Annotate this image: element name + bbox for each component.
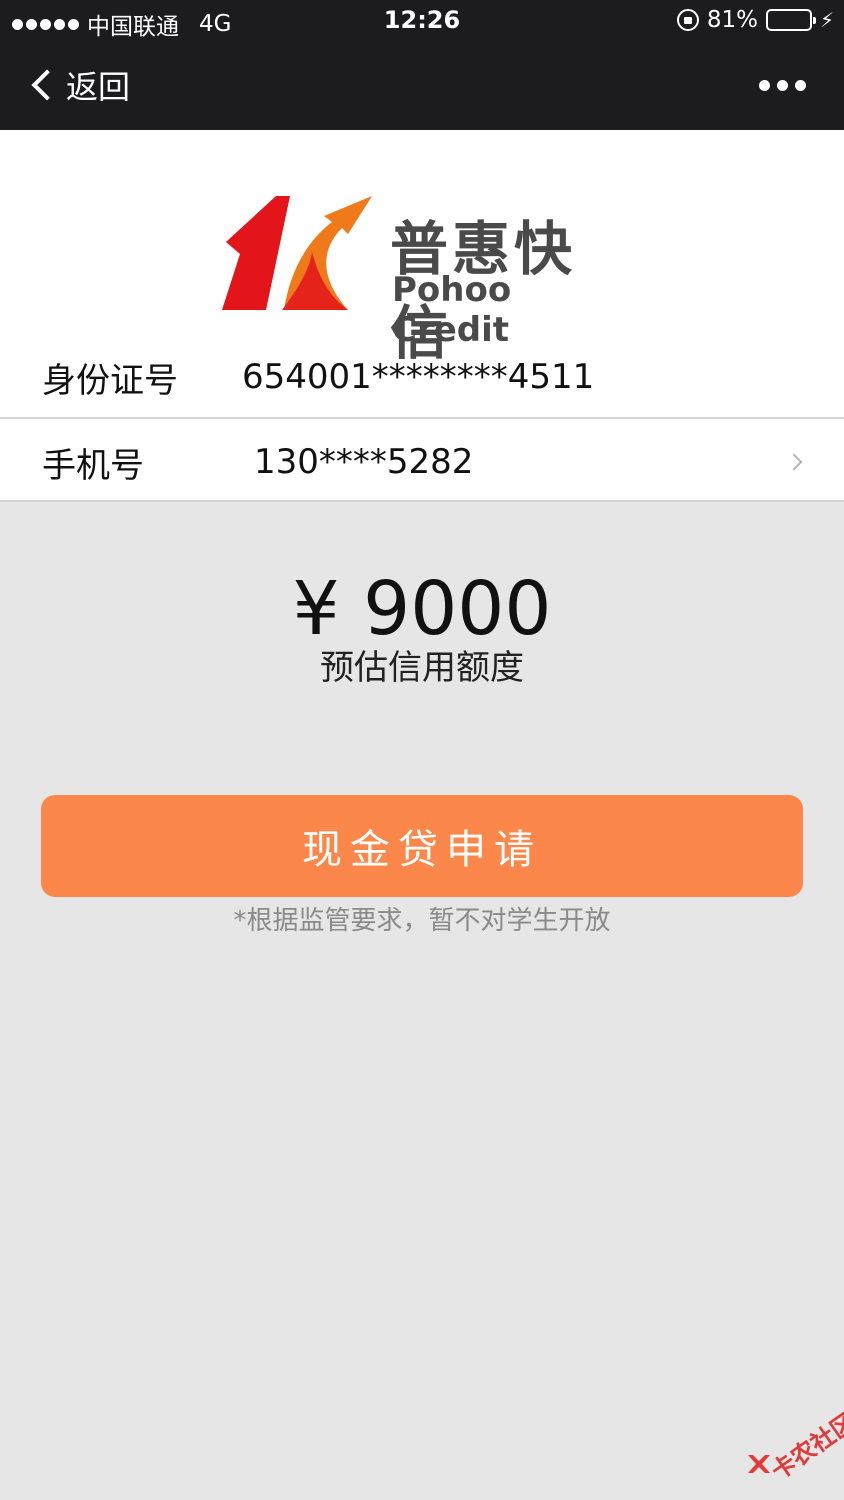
nav-bar: 返回 xyxy=(0,42,844,130)
chevron-right-icon xyxy=(785,453,803,471)
more-button[interactable] xyxy=(759,80,806,91)
id-number-value: 654001********4511 xyxy=(242,357,595,397)
rotation-lock-icon xyxy=(676,9,699,31)
brand-logo: 普惠快信 Pohoo Credit xyxy=(220,182,630,367)
back-label: 返回 xyxy=(66,68,131,106)
battery-icon xyxy=(765,9,816,31)
phone-value: 130****5282 xyxy=(254,442,474,482)
id-number-row: 身份证号 654001********4511 xyxy=(0,334,844,420)
top-bar: 中国联通 4G 12:26 81% ⚡ 返回 xyxy=(0,0,844,130)
credit-amount-label: 预估信用额度 xyxy=(320,648,524,688)
more-dot xyxy=(795,80,806,91)
more-dot xyxy=(759,80,770,91)
more-dot xyxy=(777,80,788,91)
status-right: 81% ⚡ xyxy=(676,7,834,33)
regulation-notice: *根据监管要求，暂不对学生开放 xyxy=(233,906,611,936)
id-number-label: 身份证号 xyxy=(42,360,178,401)
community-watermark: 卡农社区 xyxy=(742,1405,844,1486)
phone-row[interactable]: 手机号 130****5282 xyxy=(0,419,844,505)
panel-bottom-divider xyxy=(0,500,844,502)
phone-label: 手机号 xyxy=(42,445,144,486)
battery-percent: 81% xyxy=(706,7,758,33)
charging-icon: ⚡ xyxy=(819,8,834,32)
watermark-text: 卡农社区 xyxy=(766,1407,844,1486)
logo-red-stroke xyxy=(222,196,290,310)
chevron-left-icon xyxy=(31,69,63,101)
logo-mark-icon xyxy=(222,196,372,310)
back-button[interactable]: 返回 xyxy=(26,62,130,108)
status-bar: 中国联通 4G 12:26 81% ⚡ xyxy=(0,0,844,42)
info-panel: 普惠快信 Pohoo Credit 身份证号 654001********451… xyxy=(0,130,844,502)
cash-loan-apply-button[interactable]: 现金贷申请 xyxy=(41,795,803,897)
